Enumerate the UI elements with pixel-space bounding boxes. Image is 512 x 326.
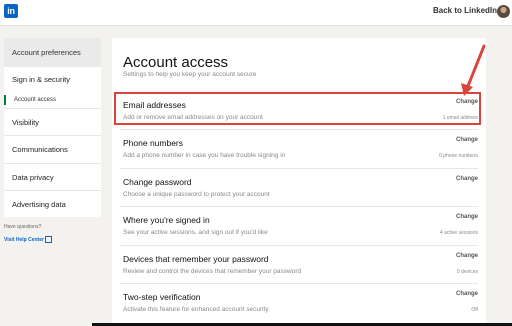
annotation-arrow-icon: [461, 44, 486, 96]
